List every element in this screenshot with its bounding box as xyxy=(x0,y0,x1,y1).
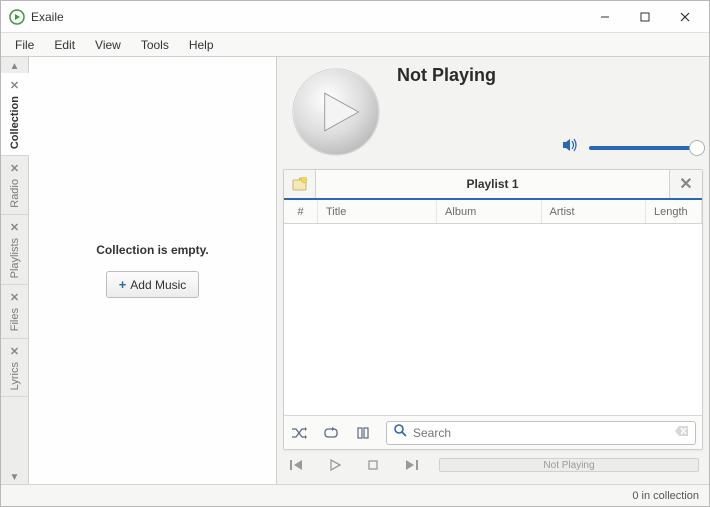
playlist-tab-close[interactable]: ✕ xyxy=(670,170,702,198)
sidebar-tab-label: Collection xyxy=(9,96,21,149)
now-playing-info: Not Playing xyxy=(397,65,701,159)
clear-search-icon[interactable] xyxy=(675,424,689,442)
collection-panel: Collection is empty. + Add Music xyxy=(29,57,277,484)
menubar: File Edit View Tools Help xyxy=(1,33,709,57)
col-length[interactable]: Length xyxy=(646,200,702,223)
add-music-button[interactable]: + Add Music xyxy=(106,271,200,298)
menu-file[interactable]: File xyxy=(5,35,44,55)
close-icon[interactable]: ✕ xyxy=(10,79,19,92)
repeat-icon[interactable] xyxy=(322,424,340,442)
prev-track-button[interactable] xyxy=(287,455,307,475)
next-track-button[interactable] xyxy=(401,455,421,475)
play-big-button[interactable] xyxy=(289,65,383,159)
main: ▲ ✕ Collection ✕ Radio ✕ Playlists ✕ Fil… xyxy=(1,57,709,484)
sidebar-tab-label: Playlists xyxy=(9,238,21,278)
progress-track[interactable]: Not Playing xyxy=(439,458,699,472)
close-icon[interactable]: ✕ xyxy=(10,221,19,234)
sidebar-tab-radio[interactable]: ✕ Radio xyxy=(1,156,29,215)
sidebar-tab-files[interactable]: ✕ Files xyxy=(1,285,29,338)
sidebar-tab-label: Lyrics xyxy=(9,362,21,390)
playlist-toolbar xyxy=(284,415,702,449)
sidebar-tab-label: Radio xyxy=(9,179,21,208)
collection-empty-message: Collection is empty. xyxy=(96,243,208,257)
now-playing-title: Not Playing xyxy=(397,65,701,86)
col-artist[interactable]: Artist xyxy=(542,200,646,223)
playlist-search-input[interactable] xyxy=(413,426,669,440)
progress-bar[interactable]: Not Playing xyxy=(439,458,699,472)
window-title: Exaile xyxy=(31,10,585,24)
playlist-tab-label: Playlist 1 xyxy=(466,177,518,191)
volume-fill xyxy=(589,146,697,150)
play-button[interactable] xyxy=(325,455,345,475)
volume-control xyxy=(397,136,701,159)
menu-tools[interactable]: Tools xyxy=(131,35,179,55)
status-bar: 0 in collection xyxy=(1,484,709,506)
sidebar-scroll-up[interactable]: ▲ xyxy=(1,59,28,73)
speaker-icon[interactable] xyxy=(561,136,579,159)
playlist-columns: # Title Album Artist Length xyxy=(284,200,702,224)
add-music-label: Add Music xyxy=(130,278,186,292)
volume-slider[interactable] xyxy=(589,146,697,150)
volume-handle[interactable] xyxy=(689,140,705,156)
shuffle-icon[interactable] xyxy=(290,424,308,442)
app-window: Exaile File Edit View Tools Help ▲ ✕ Col… xyxy=(0,0,710,507)
col-number[interactable]: # xyxy=(284,200,318,223)
new-playlist-tab-button[interactable] xyxy=(284,170,316,198)
playlist-search xyxy=(386,421,696,445)
status-text: 0 in collection xyxy=(632,490,699,502)
close-icon[interactable]: ✕ xyxy=(10,162,19,175)
sidebar-tab-playlists[interactable]: ✕ Playlists xyxy=(1,215,29,285)
sidebar-tab-lyrics[interactable]: ✕ Lyrics xyxy=(1,339,29,397)
menu-view[interactable]: View xyxy=(85,35,131,55)
now-playing: Not Playing xyxy=(283,61,703,169)
playlist-card: Playlist 1 ✕ # Title Album Artist Length xyxy=(283,169,703,450)
close-icon[interactable]: ✕ xyxy=(10,291,19,304)
menu-help[interactable]: Help xyxy=(179,35,224,55)
sidebar-tab-collection[interactable]: ✕ Collection xyxy=(1,73,29,156)
playlist-tab[interactable]: Playlist 1 xyxy=(316,170,670,198)
playlist-tabs: Playlist 1 ✕ xyxy=(284,170,702,200)
sidebar-tabs: ▲ ✕ Collection ✕ Radio ✕ Playlists ✕ Fil… xyxy=(1,57,29,484)
menu-edit[interactable]: Edit xyxy=(44,35,85,55)
right-pane: Not Playing xyxy=(277,57,709,484)
maximize-button[interactable] xyxy=(625,3,665,31)
close-button[interactable] xyxy=(665,3,705,31)
plus-icon: + xyxy=(119,277,127,292)
playlist-rows[interactable] xyxy=(284,224,702,415)
dynamic-icon[interactable] xyxy=(354,424,372,442)
transport-bar: Not Playing xyxy=(283,450,703,480)
col-title[interactable]: Title xyxy=(318,200,437,223)
sidebar-tab-label: Files xyxy=(9,308,21,331)
stop-button[interactable] xyxy=(363,455,383,475)
search-icon xyxy=(393,423,407,442)
titlebar: Exaile xyxy=(1,1,709,33)
close-icon[interactable]: ✕ xyxy=(10,345,19,358)
minimize-button[interactable] xyxy=(585,3,625,31)
col-album[interactable]: Album xyxy=(437,200,541,223)
progress-label: Not Playing xyxy=(440,459,698,473)
sidebar-scroll-down[interactable]: ▼ xyxy=(1,470,28,484)
app-icon xyxy=(9,9,25,25)
